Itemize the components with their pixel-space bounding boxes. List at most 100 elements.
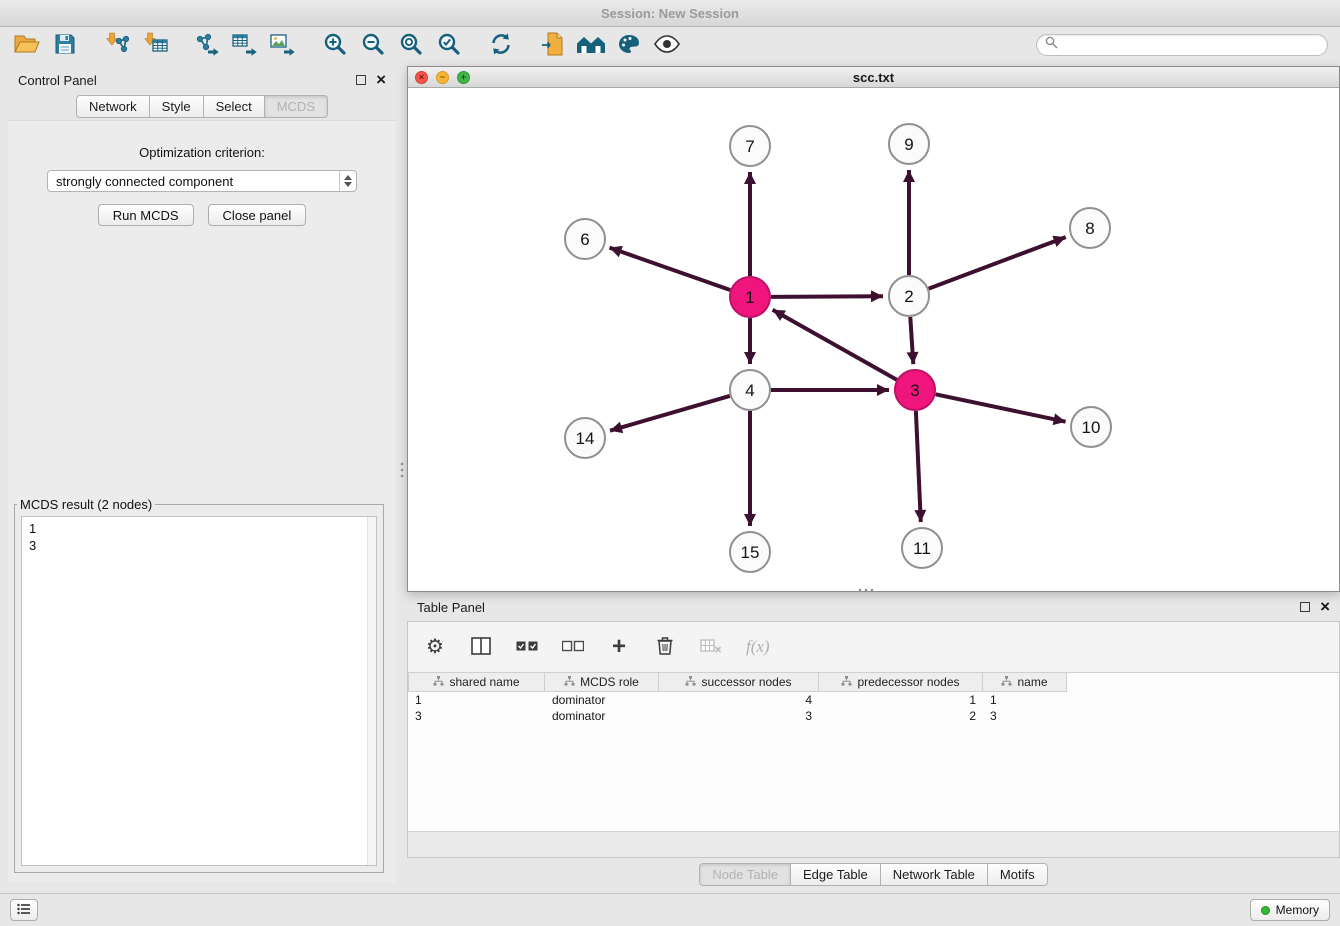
graph-node-9[interactable]: 9 [889, 124, 929, 164]
status-bar: Memory [0, 893, 1340, 926]
close-window-icon[interactable] [415, 71, 428, 84]
control-panel-header: Control Panel [8, 68, 396, 92]
table-row[interactable]: 3dominator323 [408, 708, 1339, 724]
zoom-in-icon [323, 32, 347, 59]
close-panel-icon[interactable] [376, 75, 386, 86]
graph-edge-4-14[interactable] [610, 396, 730, 431]
graph-node-11[interactable]: 11 [902, 528, 942, 568]
table-horizontal-scrollbar[interactable] [408, 831, 1339, 857]
create-column-button[interactable] [608, 634, 630, 660]
table-cell: 3 [659, 708, 819, 724]
zoom-in-button[interactable] [316, 30, 354, 60]
column-header-predecessor-nodes[interactable]: predecessor nodes [819, 673, 983, 692]
eye-icon [654, 35, 680, 56]
search-input[interactable] [1063, 38, 1319, 53]
graph-node-6[interactable]: 6 [565, 219, 605, 259]
tree-sort-icon [564, 675, 575, 689]
open-session-button[interactable] [8, 30, 46, 60]
search-box[interactable] [1036, 34, 1328, 56]
network-window-titlebar[interactable]: scc.txt [408, 67, 1339, 88]
control-panel-title: Control Panel [18, 73, 97, 88]
column-header-label: MCDS role [580, 675, 639, 689]
table-panel: Table Panel f(x) shared nameMCDS rolesuc… [407, 595, 1340, 890]
column-header-shared-name[interactable]: shared name [408, 673, 545, 692]
graph-edge-3-1[interactable] [773, 310, 897, 380]
close-panel-button[interactable]: Close panel [208, 204, 307, 226]
graph-edge-1-6[interactable] [610, 248, 731, 290]
delete-column-button[interactable] [654, 634, 676, 660]
first-neighbors-button[interactable] [534, 30, 572, 60]
graph-edge-3-10[interactable] [936, 394, 1066, 421]
application-window: Session: New Session [0, 0, 1340, 926]
graph-edge-3-11[interactable] [916, 411, 921, 522]
tab-edge-table[interactable]: Edge Table [791, 863, 881, 886]
tab-mcds[interactable]: MCDS [265, 95, 328, 118]
save-session-button[interactable] [46, 30, 84, 60]
checked-boxes-icon [516, 640, 538, 655]
memory-button[interactable]: Memory [1250, 899, 1330, 921]
graph-edge-2-3[interactable] [910, 317, 913, 364]
graph-node-14[interactable]: 14 [565, 418, 605, 458]
export-image-button[interactable] [264, 30, 302, 60]
mcds-result-item[interactable]: 3 [29, 537, 362, 554]
export-table-icon [232, 32, 258, 59]
vertical-splitter-handle[interactable] [399, 461, 405, 479]
network-graph[interactable]: 1 2 3 4 6 7 8 9 10 11 14 15 [408, 88, 1339, 591]
export-network-button[interactable] [188, 30, 226, 60]
svg-text:2: 2 [904, 287, 913, 306]
graph-node-1[interactable]: 1 [730, 277, 770, 317]
tab-style[interactable]: Style [150, 95, 204, 118]
import-network-button[interactable] [98, 30, 136, 60]
apply-layout-button[interactable] [482, 30, 520, 60]
graph-node-8[interactable]: 8 [1070, 208, 1110, 248]
mcds-result-list[interactable]: 13 [21, 516, 377, 866]
criterion-dropdown[interactable]: strongly connected component [47, 170, 357, 192]
float-panel-icon[interactable] [1300, 602, 1310, 612]
mcds-result-title: MCDS result (2 nodes) [17, 497, 155, 512]
table-panel-header: Table Panel [407, 595, 1340, 619]
graph-node-2[interactable]: 2 [889, 276, 929, 316]
select-all-columns-button[interactable] [516, 634, 538, 660]
import-table-button[interactable] [136, 30, 174, 60]
graph-node-10[interactable]: 10 [1071, 407, 1111, 447]
zoom-fit-button[interactable] [392, 30, 430, 60]
close-panel-icon[interactable] [1320, 602, 1330, 613]
tab-select[interactable]: Select [204, 95, 265, 118]
table-body: 1dominator4113dominator323 [408, 692, 1339, 724]
column-header-name[interactable]: name [983, 673, 1067, 692]
float-panel-icon[interactable] [356, 75, 366, 85]
horizontal-splitter-handle[interactable] [857, 587, 875, 593]
network-home-button[interactable] [572, 30, 610, 60]
graph-edge-1-2[interactable] [771, 296, 883, 297]
table-settings-button[interactable] [424, 634, 446, 660]
tab-motifs[interactable]: Motifs [988, 863, 1048, 886]
graph-edge-2-8[interactable] [929, 237, 1066, 289]
table-panel-body: f(x) shared nameMCDS rolesuccessor nodes… [407, 621, 1340, 858]
tab-node-table[interactable]: Node Table [699, 863, 791, 886]
graph-node-3[interactable]: 3 [895, 370, 935, 410]
graph-node-15[interactable]: 15 [730, 532, 770, 572]
minimize-window-icon[interactable] [436, 71, 449, 84]
svg-text:4: 4 [745, 381, 754, 400]
tab-network-table[interactable]: Network Table [881, 863, 988, 886]
zoom-out-button[interactable] [354, 30, 392, 60]
zoom-selected-button[interactable] [430, 30, 468, 60]
column-header-MCDS-role[interactable]: MCDS role [545, 673, 659, 692]
control-panel-tabs: NetworkStyleSelectMCDS [8, 95, 396, 118]
table-row[interactable]: 1dominator411 [408, 692, 1339, 708]
run-mcds-button[interactable]: Run MCDS [98, 204, 194, 226]
tab-network[interactable]: Network [76, 95, 150, 118]
table-panel-tabs: Node TableEdge TableNetwork TableMotifs [407, 863, 1340, 886]
style-button[interactable] [610, 30, 648, 60]
mcds-result-item[interactable]: 1 [29, 520, 362, 537]
show-hide-details-button[interactable] [648, 30, 686, 60]
maximize-window-icon[interactable] [457, 71, 470, 84]
column-header-successor-nodes[interactable]: successor nodes [659, 673, 819, 692]
graph-node-4[interactable]: 4 [730, 370, 770, 410]
task-history-button[interactable] [10, 899, 38, 921]
export-table-button[interactable] [226, 30, 264, 60]
show-columns-button[interactable] [470, 634, 492, 660]
graph-node-7[interactable]: 7 [730, 126, 770, 166]
deselect-all-columns-button[interactable] [562, 634, 584, 660]
network-canvas[interactable]: 1 2 3 4 6 7 8 9 10 11 14 15 [408, 88, 1339, 591]
